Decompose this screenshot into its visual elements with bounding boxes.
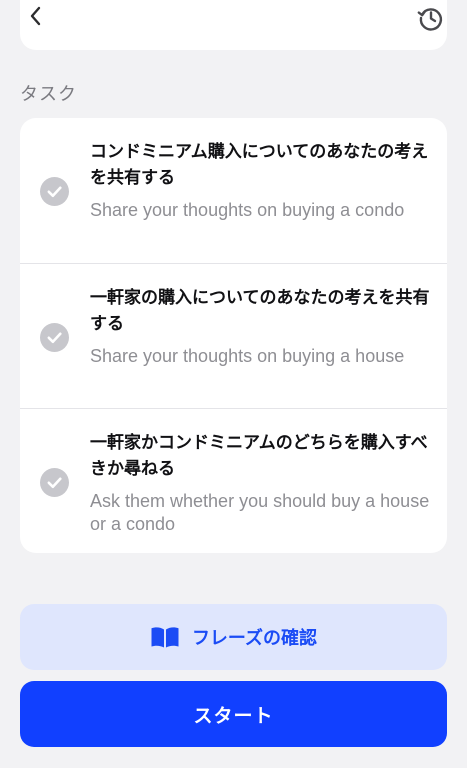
book-icon xyxy=(151,627,179,648)
task-item-ask-which: 一軒家かコンドミニアムのどちらを購入すべきか尋ねる Ask them wheth… xyxy=(20,408,447,553)
task-text: 一軒家の購入についてのあなたの考えを共有する Share your though… xyxy=(90,285,430,368)
checkmark-circle-icon xyxy=(40,323,69,352)
task-title: コンドミニアム購入についてのあなたの考えを共有する xyxy=(90,142,429,188)
check-phrases-label: フレーズの確認 xyxy=(191,628,318,649)
task-text: 一軒家かコンドミニアムのどちらを購入すべきか尋ねる Ask them wheth… xyxy=(90,430,430,536)
task-title: 一軒家かコンドミニアムのどちらを購入すべきか尋ねる xyxy=(90,433,428,479)
history-icon xyxy=(417,8,443,31)
previous-card xyxy=(20,0,447,50)
back-button[interactable] xyxy=(24,4,48,28)
history-button[interactable] xyxy=(416,3,446,33)
task-item-house-thoughts: 一軒家の購入についてのあなたの考えを共有する Share your though… xyxy=(20,263,447,409)
task-subtitle: Share your thoughts on buying a condo xyxy=(90,200,405,220)
task-item-condo-thoughts: コンドミニアム購入についてのあなたの考えを共有する Share your tho… xyxy=(20,118,447,263)
task-subtitle: Share your thoughts on buying a house xyxy=(90,346,405,366)
start-label: スタート xyxy=(193,704,274,727)
task-subtitle: Ask them whether you should buy a house … xyxy=(90,491,430,534)
start-button[interactable]: スタート xyxy=(20,681,447,747)
section-title-tasks: タスク xyxy=(20,84,77,105)
checkmark-circle-icon xyxy=(40,468,69,497)
checkmark-circle-icon xyxy=(40,177,69,206)
chevron-left-icon xyxy=(30,6,41,26)
task-title: 一軒家の購入についてのあなたの考えを共有する xyxy=(90,288,430,334)
check-phrases-button[interactable]: フレーズの確認 xyxy=(20,604,447,670)
task-text: コンドミニアム購入についてのあなたの考えを共有する Share your tho… xyxy=(90,139,430,222)
task-list: コンドミニアム購入についてのあなたの考えを共有する Share your tho… xyxy=(20,118,447,553)
